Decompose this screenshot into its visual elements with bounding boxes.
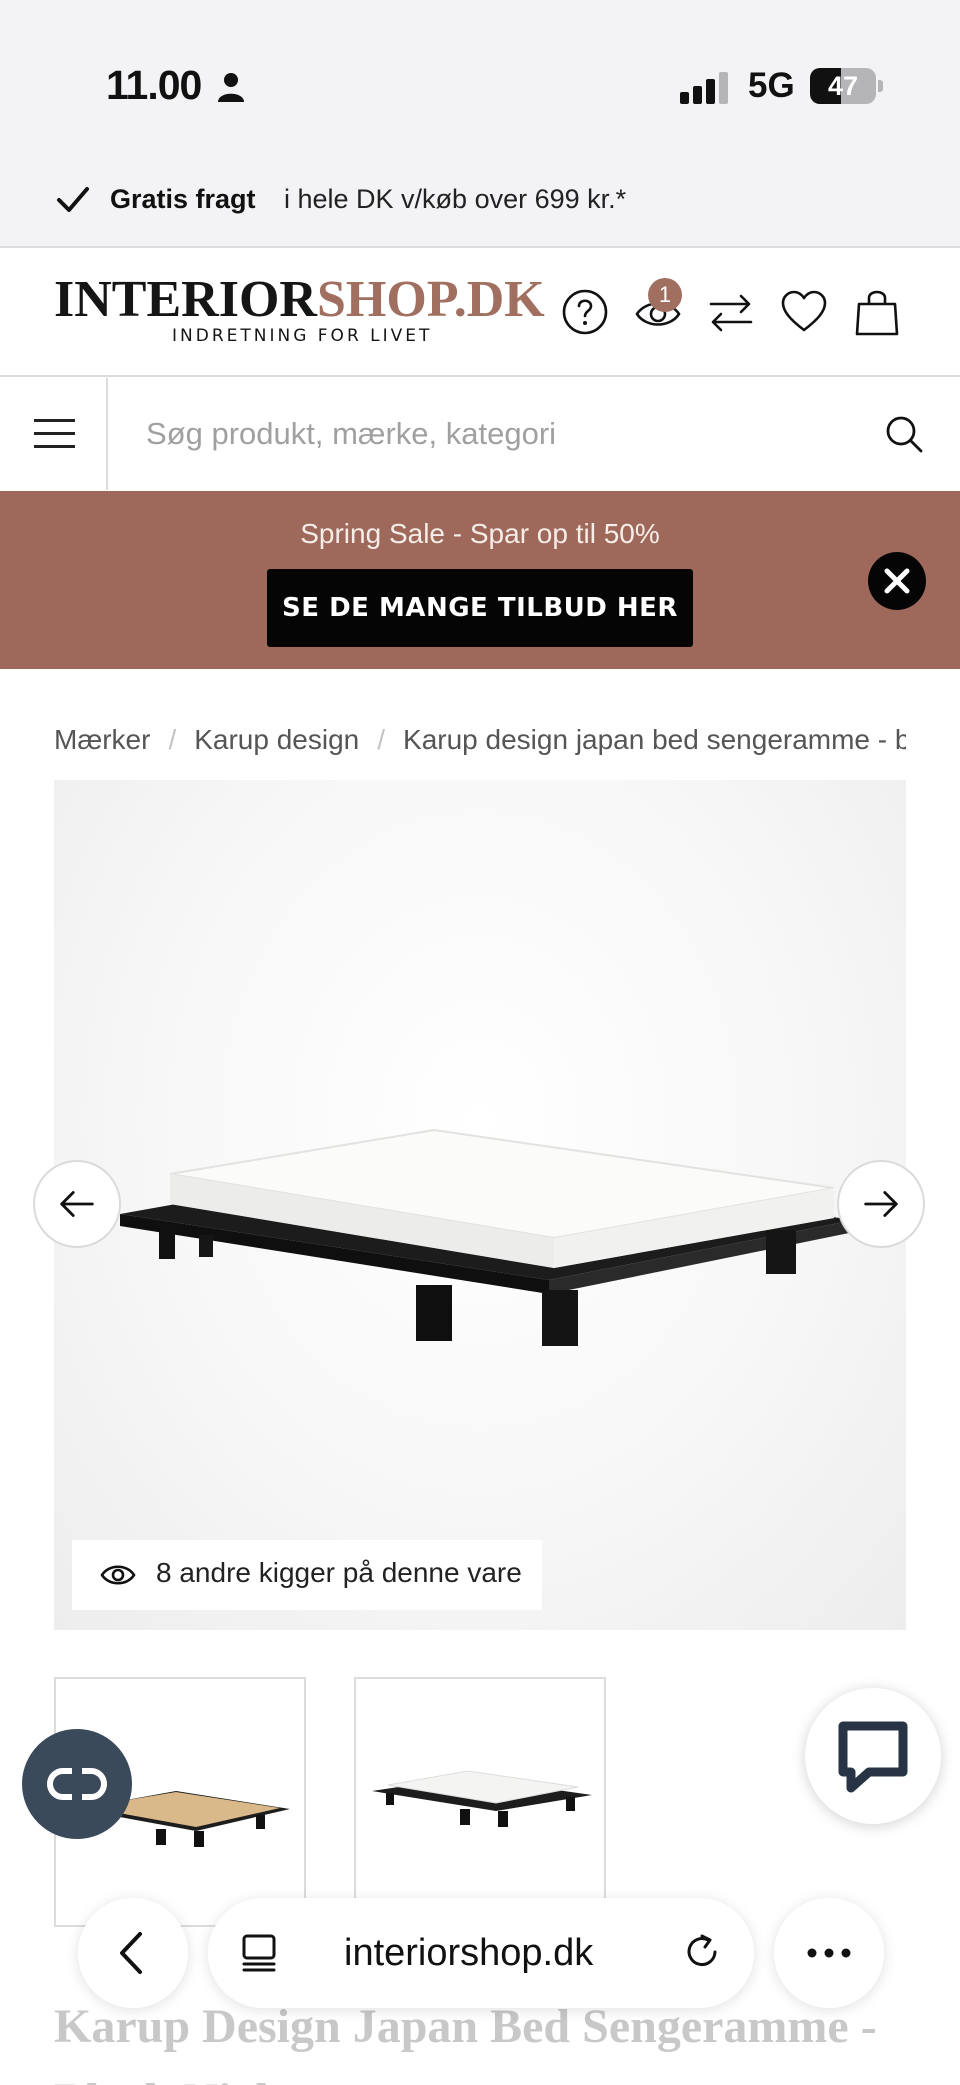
- gallery-prev-button[interactable]: [33, 1160, 121, 1248]
- signal-icon: [680, 72, 728, 104]
- arrow-right-icon: [864, 1191, 898, 1217]
- checkmark-icon: [57, 187, 89, 212]
- thumbnail-bed-mattress-image: [372, 1770, 592, 1827]
- breadcrumb-item-brands[interactable]: Mærker: [54, 724, 150, 755]
- browser-more-button[interactable]: [774, 1898, 884, 2008]
- close-icon: [884, 568, 910, 594]
- chevron-left-icon: [120, 1932, 142, 1974]
- chat-icon: [838, 1721, 908, 1793]
- bag-icon[interactable]: [853, 288, 901, 336]
- free-shipping-label: Gratis fragt: [110, 184, 256, 214]
- breadcrumb-item-karup-design[interactable]: Karup design: [194, 724, 359, 755]
- chat-button[interactable]: [805, 1688, 941, 1824]
- more-icon: [807, 1948, 851, 1958]
- logo-wordmark: INTERIORSHOP.DK: [54, 271, 545, 328]
- compare-icon[interactable]: [707, 288, 755, 336]
- thumbnail-2[interactable]: [354, 1677, 606, 1927]
- breadcrumb-item-current: Karup design japan bed sengeramme - b: [403, 724, 906, 755]
- promo-cta-button[interactable]: SE DE MANGE TILBUD HER: [267, 569, 693, 647]
- arrow-left-icon: [60, 1191, 94, 1217]
- recently-viewed-badge: 1: [648, 278, 682, 312]
- battery-label: 47: [827, 71, 859, 101]
- network-label: 5G: [748, 66, 795, 105]
- bed-image: [120, 1128, 854, 1346]
- reload-icon[interactable]: [680, 1930, 724, 1974]
- heart-icon[interactable]: [780, 288, 828, 336]
- site-logo[interactable]: INTERIORSHOP.DK INDRETNING FOR LIVET: [54, 271, 545, 347]
- eye-icon: [100, 1565, 136, 1585]
- logo-tagline: INDRETNING FOR LIVET: [172, 326, 433, 346]
- breadcrumb: Mærker / Karup design / Karup design japan b…: [54, 724, 906, 764]
- tab-overview-icon[interactable]: [238, 1930, 282, 1974]
- viewers-text: 8 andre kigger på denne vare: [156, 1557, 522, 1588]
- status-time: 11.00: [106, 62, 202, 108]
- browser-url: interiorshop.dk: [344, 1932, 594, 1974]
- search-input[interactable]: [146, 410, 846, 458]
- co-button[interactable]: [22, 1729, 132, 1839]
- battery-icon: 47: [810, 68, 883, 104]
- free-shipping-text: i hele DK v/køb over 699 kr.*: [284, 184, 627, 214]
- browser-back-button[interactable]: [78, 1898, 188, 2008]
- co-icon: [47, 1767, 107, 1801]
- menu-button[interactable]: [0, 378, 108, 490]
- promo-text: Spring Sale - Spar op til 50%: [300, 518, 660, 549]
- help-icon[interactable]: [561, 288, 609, 336]
- gallery-next-button[interactable]: [837, 1160, 925, 1248]
- person-icon: [218, 73, 244, 102]
- search-icon[interactable]: [884, 414, 924, 454]
- promo-close-button[interactable]: [868, 552, 926, 610]
